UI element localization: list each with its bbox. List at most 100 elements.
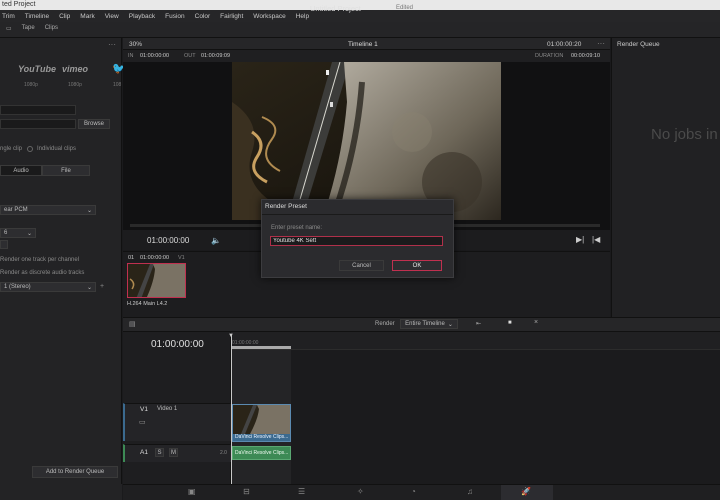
chevron-down-icon: ⌄ (86, 284, 92, 291)
preset-name-label: Enter preset name: (271, 225, 323, 231)
add-channel-icon[interactable]: + (100, 283, 104, 290)
zoom-select[interactable]: 30% (129, 41, 142, 48)
tape-icon[interactable]: ▭ (6, 25, 12, 32)
single-clip-option[interactable]: ngle clip (0, 146, 22, 152)
dialog-title: Render Preset (265, 203, 307, 210)
bitdepth-value: 6 (4, 230, 8, 236)
aerial-road-image (232, 62, 501, 220)
render-range-marker (232, 346, 291, 349)
preset-youtube[interactable]: YouTube (18, 64, 56, 74)
preset-twitter-res: 108 (113, 82, 122, 88)
menu-item-playback[interactable]: Playback (129, 13, 155, 20)
chevron-down-icon: ⌄ (26, 230, 32, 237)
timeline-ruler[interactable] (231, 332, 720, 350)
video-clip-label: DaVinci Resolve Clips... (235, 434, 289, 440)
render-range-value: Entire Timeline (405, 321, 445, 327)
clip-thumbnail[interactable] (127, 263, 186, 298)
clip-thumbnail-image (128, 264, 185, 297)
color-page-icon[interactable]: ◔ (411, 487, 416, 496)
menu-item-clip[interactable]: Clip (59, 13, 70, 20)
preset-name-input[interactable] (270, 236, 443, 246)
playhead-marker-icon[interactable]: ■ (508, 320, 512, 326)
current-timecode: 01:00:00:00 (147, 236, 190, 245)
cancel-button[interactable]: Cancel (339, 260, 384, 271)
solo-button[interactable]: S (155, 448, 164, 457)
deliver-page-icon[interactable]: 🚀 (521, 487, 531, 496)
tab-file[interactable]: File (42, 165, 90, 176)
fairlight-page-icon[interactable]: ♫ (467, 487, 473, 496)
menu-item-mark[interactable]: Mark (80, 13, 94, 20)
in-label: IN (128, 53, 134, 59)
clip-track: V1 (178, 255, 185, 261)
audio-clip[interactable]: DaVinci Resolve Clips... (232, 446, 291, 460)
tab-clips[interactable]: Clips (45, 25, 58, 32)
last-frame-icon[interactable]: |◀ (592, 235, 600, 244)
timeline-area[interactable] (231, 332, 720, 484)
track-per-channel-option[interactable]: Render one track per channel (0, 257, 79, 263)
channel-select[interactable]: 1 (Stereo) ⌄ (0, 282, 96, 292)
out-time: 01:00:09:09 (201, 53, 231, 59)
track-id-a1: A1 (140, 449, 148, 456)
menu-item-fusion[interactable]: Fusion (165, 13, 185, 20)
more-options-icon[interactable]: ··· (108, 40, 116, 49)
render-range-select[interactable]: Entire Timeline ⌄ (400, 319, 458, 329)
clear-range-icon[interactable]: × (534, 319, 538, 326)
codec-select[interactable]: ear PCM ⌄ (0, 205, 96, 215)
monitor-icon[interactable]: ▭ (139, 418, 146, 426)
edit-page-icon[interactable]: ☰ (298, 487, 305, 496)
left-bottom-bar (0, 484, 122, 500)
render-label: Render (375, 321, 395, 327)
location-input[interactable] (0, 119, 76, 129)
discrete-audio-option[interactable]: Render as discrete audio tracks (0, 270, 84, 276)
header-bar: ▭ Tape Clips (0, 22, 720, 38)
menu-item-trim[interactable]: Trim (2, 13, 15, 20)
video-clip-thumbnail (233, 405, 290, 434)
timeline-view-icon[interactable]: ▤ (129, 320, 136, 328)
out-label: OUT (184, 53, 196, 59)
render-queue-empty: No jobs in (651, 126, 718, 143)
menu-item-fairlight[interactable]: Fairlight (220, 13, 243, 20)
fusion-page-icon[interactable]: ✧ (357, 487, 364, 496)
audio-level: 2.0 (220, 450, 227, 456)
render-queue-panel (611, 38, 720, 318)
individual-clips-option[interactable]: Individual clips (37, 146, 76, 152)
track-id-v1: V1 (140, 406, 148, 413)
track-name-v1[interactable]: Video 1 (157, 406, 177, 412)
menu-item-view[interactable]: View (105, 13, 119, 20)
clip-index: 01 (128, 255, 135, 261)
tab-audio[interactable]: Audio (0, 165, 42, 176)
clip-name: H.264 Main L4.2 (127, 301, 168, 307)
browse-button[interactable]: Browse (78, 119, 110, 129)
duration-time: 00:00:09:10 (571, 53, 601, 59)
channel-value: 1 (Stereo) (4, 284, 31, 290)
bitdepth-select[interactable]: 6 ⌄ (0, 228, 36, 238)
menu-item-workspace[interactable]: Workspace (253, 13, 285, 20)
preset-vimeo[interactable]: vimeo (62, 64, 88, 74)
audio-clip-label: DaVinci Resolve Clips... (235, 450, 289, 456)
playhead-handle-icon[interactable]: ▼ (228, 333, 234, 339)
ok-button[interactable]: OK (392, 260, 442, 271)
next-frame-icon[interactable]: ▶| (576, 235, 584, 244)
mute-button[interactable]: M (169, 448, 178, 457)
volume-icon[interactable]: 🔈 (211, 236, 221, 245)
media-page-icon[interactable]: ▣ (188, 487, 196, 496)
menu-item-help[interactable]: Help (296, 13, 309, 20)
timeline-select[interactable]: Timeline 1 (348, 41, 378, 48)
chevron-down-icon: ⌄ (86, 207, 92, 214)
dialog-divider (262, 214, 453, 215)
video-clip[interactable]: DaVinci Resolve Clips... (232, 404, 291, 442)
tab-tape[interactable]: Tape (22, 25, 35, 32)
viewer-more-icon[interactable]: ··· (597, 39, 605, 48)
filename-input[interactable] (0, 105, 76, 115)
in-point-icon[interactable]: ⇤ (476, 320, 481, 327)
add-to-render-queue-button[interactable]: Add to Render Queue (32, 466, 118, 478)
stepper-button[interactable] (0, 240, 8, 249)
menu-item-timeline[interactable]: Timeline (25, 13, 49, 20)
menu-item-color[interactable]: Color (195, 13, 211, 20)
render-queue-title: Render Queue (617, 41, 660, 48)
cut-page-icon[interactable]: ⊟ (243, 487, 250, 496)
individual-clips-radio[interactable] (27, 146, 33, 152)
duration-label: DURATION (535, 53, 564, 59)
timeline-timecode: 01:00:00:00 (151, 339, 204, 350)
timeline-playhead[interactable] (231, 334, 232, 484)
